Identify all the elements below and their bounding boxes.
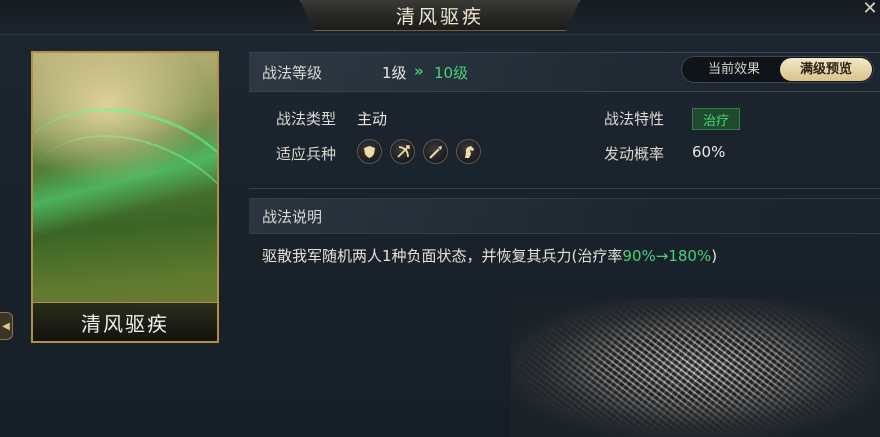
skill-card-label: 清风驱疾: [33, 302, 217, 341]
effect-toggle: 当前效果 满级预览: [681, 56, 874, 83]
description-text: 驱散我军随机两人1种负面状态，并恢复其兵力(治疗率: [262, 247, 623, 265]
max-level-preview-tab[interactable]: 满级预览: [780, 58, 872, 81]
troop-type-icons: [357, 139, 481, 164]
trigger-chance-label: 发动概率: [604, 145, 665, 163]
top-bar: 清风驱疾 ✕: [0, 0, 880, 35]
level-max: 10级: [434, 64, 469, 82]
shield-icon[interactable]: [357, 139, 382, 164]
skill-trait-badge: 治疗: [692, 108, 740, 130]
skill-card-name: 清风驱疾: [81, 311, 169, 336]
level-arrow-icon: »: [414, 62, 424, 80]
obscured-region: [511, 298, 880, 437]
description-label: 战法说明: [262, 208, 323, 226]
page-title: 清风驱疾: [395, 5, 484, 28]
horse-icon[interactable]: [456, 139, 481, 164]
skill-type-label: 战法类型: [276, 110, 337, 128]
section-divider: [249, 188, 880, 189]
crossbow-icon[interactable]: [390, 139, 415, 164]
level-label: 战法等级: [262, 64, 323, 82]
heal-rate-range: 90%→180%: [622, 247, 712, 265]
current-effect-tab[interactable]: 当前效果: [688, 57, 780, 82]
trigger-chance-value: 60%: [692, 143, 726, 161]
spear-icon[interactable]: [423, 139, 448, 164]
close-icon[interactable]: ✕: [862, 0, 878, 20]
troop-types-label: 适应兵种: [276, 145, 337, 163]
skill-description: 驱散我军随机两人1种负面状态，并恢复其兵力(治疗率90%→180%): [262, 245, 717, 266]
description-text-end: ): [711, 247, 718, 265]
skill-card: 清风驱疾: [31, 51, 219, 343]
skill-type-value: 主动: [357, 110, 388, 128]
side-collapse-tab[interactable]: ◀: [0, 312, 13, 340]
level-current: 1级: [382, 64, 407, 82]
skill-trait-label: 战法特性: [604, 110, 665, 128]
title-plate: 清风驱疾: [300, 0, 580, 31]
description-header: [249, 198, 880, 234]
